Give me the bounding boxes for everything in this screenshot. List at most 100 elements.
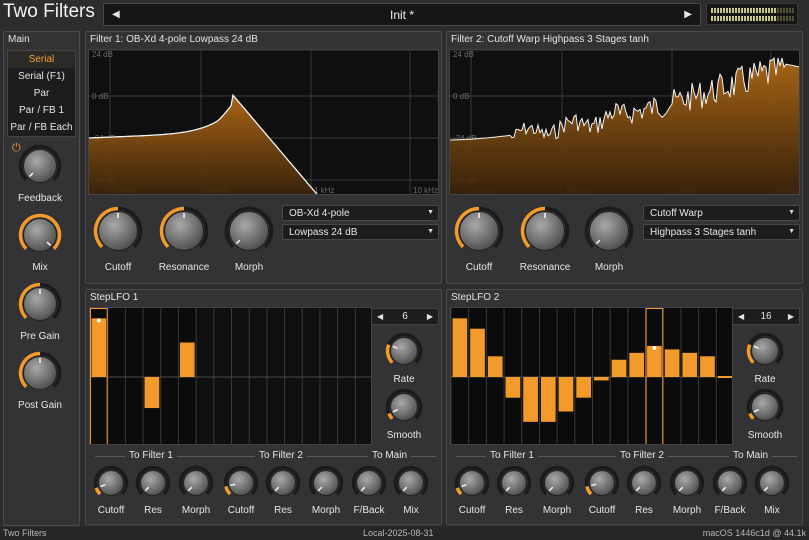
lfo1-section-filter2: To Filter 2 [255,450,307,461]
meter-segment [723,8,725,13]
lfo2-mod-4-res-knob[interactable] [626,465,662,501]
lfo2-step-bar[interactable] [505,377,521,398]
meter-segment [711,16,713,21]
filter1-morph-knob[interactable] [224,206,274,256]
filter1-type-dropdown[interactable]: OB-Xd 4-pole ▼ [282,205,439,221]
lfo2-step-bar[interactable] [452,318,468,377]
lfo2-step-bar[interactable] [682,352,698,377]
meter-segment [726,16,728,21]
lfo2-rate-knob[interactable] [746,332,784,370]
filter1-subtype-dropdown[interactable]: Lowpass 24 dB ▼ [282,224,439,240]
mode-par-fb1[interactable]: Par / FB 1 [8,102,75,119]
meter-segment [714,8,716,13]
lfo1-rate-knob[interactable] [385,332,423,370]
filter2-subtype-value: Highpass 3 Stages tanh [650,227,757,238]
preset-name[interactable]: Init * [104,8,700,22]
main-feedback-knob[interactable] [18,144,62,188]
mode-serial[interactable]: Serial [8,51,75,68]
lfo2-steps-stepper[interactable]: ◀ 16 ▶ [732,308,800,325]
meter-segment [714,16,716,21]
lfo1-playhead-dot [96,318,101,323]
filter1-resonance-knob[interactable] [159,206,209,256]
lfo2-step-bar[interactable] [647,345,662,377]
meter-segment [762,8,764,13]
meter-segment [768,8,770,13]
lfo2-step-bar[interactable] [576,377,591,398]
meter-segment [774,8,776,13]
meter-segment [738,8,740,13]
lfo1-section-main: To Main [368,450,412,461]
main-title: Main [8,34,30,45]
main-pre-gain-knob[interactable] [18,282,62,326]
filter2-resonance-knob[interactable] [520,206,570,256]
filter1-cutoff-knob[interactable] [93,206,143,256]
meter-segment [729,8,731,13]
lfo2-step-bar[interactable] [470,328,485,377]
lfo1-title: StepLFO 1 [90,292,139,303]
increment-icon[interactable]: ▶ [427,312,433,321]
preset-selector[interactable]: ◀ Init * ▶ [103,3,701,26]
f2-y-tick: 0 dB [453,92,469,101]
routing-mode-list[interactable]: Serial Serial (F1) Par Par / FB 1 Par / … [7,50,76,137]
filter2-subtype-dropdown[interactable]: Highpass 3 Stages tanh ▼ [643,224,800,240]
filter1-morph-knob-label: Morph [234,262,264,273]
lfo2-mod-6-fback-knob[interactable] [712,465,748,501]
lfo1-mod-7-mix-knob[interactable] [393,465,429,501]
chevron-down-icon: ▼ [427,209,434,216]
lfo1-mod-6-fback-knob[interactable] [351,465,387,501]
lfo1-steps-stepper[interactable]: ◀ 6 ▶ [371,308,439,325]
lfo2-step-bar[interactable] [540,377,556,422]
lfo1-mod-4-res-knob[interactable] [265,465,301,501]
meter-segment [735,8,737,13]
lfo2-step-bar[interactable] [664,349,680,377]
filter2-cutoff-knob[interactable] [454,206,504,256]
increment-icon[interactable]: ▶ [788,312,794,321]
lfo2-step-bar[interactable] [487,356,503,377]
lfo2-step-bar[interactable] [594,377,609,381]
lfo2-mod-5-morph-knob[interactable] [669,465,705,501]
lfo2-step-editor[interactable] [450,307,733,445]
mode-par-fb-each[interactable]: Par / FB Each [8,119,75,136]
lfo2-mod-2-morph-knob[interactable] [539,465,575,501]
lfo1-mod-5-morph-knob[interactable] [308,465,344,501]
lfo1-step-bar[interactable] [91,318,107,377]
filter2-type-dropdown[interactable]: Cutoff Warp ▼ [643,205,800,221]
lfo2-step-bar[interactable] [629,352,645,377]
meter-segment [756,16,758,21]
next-preset-icon[interactable]: ▶ [684,9,692,20]
filter2-morph-knob[interactable] [584,206,634,256]
main-mix-knob[interactable] [18,213,62,257]
chevron-down-icon: ▼ [788,209,795,216]
lfo1-mod-3-cutoff-knob[interactable] [223,465,259,501]
f1-y-tick: 0 dB [92,92,108,101]
footer-app-name: Two Filters [3,528,47,538]
lfo1-mod-2-morph-knob[interactable] [178,465,214,501]
lfo2-step-bar[interactable] [611,359,627,377]
lfo1-mod-0-cutoff-knob[interactable] [93,465,129,501]
lfo1-step-bar[interactable] [144,377,160,409]
lfo2-step-bar[interactable] [700,356,715,377]
meter-segment [783,16,785,21]
lfo1-step-editor[interactable] [89,307,372,445]
meter-segment [750,8,752,13]
meter-segment [747,16,749,21]
meter-segment [735,16,737,21]
lfo1-mod-1-res-knob[interactable] [135,465,171,501]
lfo2-smooth-knob[interactable] [746,388,784,426]
filter1-response-graph: 24 dB0 dB-24 dB-48 dB10 Hz100 Hz1 kHz10 … [88,49,439,195]
lfo2-mod-3-cutoff-knob[interactable] [584,465,620,501]
lfo1-step-bar[interactable] [179,342,195,378]
mode-par[interactable]: Par [8,85,75,102]
lfo2-step-bar[interactable] [558,377,574,412]
lfo1-section-filter1: To Filter 1 [125,450,177,461]
mode-serial-f1[interactable]: Serial (F1) [8,68,75,85]
lfo2-step-bar[interactable] [523,377,538,422]
lfo1-targets-header: To Filter 1 To Filter 2 To Main [95,450,436,462]
meter-segment [777,16,779,21]
lfo1-smooth-knob[interactable] [385,388,423,426]
main-post-gain-knob[interactable] [18,351,62,395]
lfo2-mod-1-res-knob[interactable] [496,465,532,501]
meter-segment [720,16,722,21]
lfo2-mod-7-mix-knob[interactable] [754,465,790,501]
lfo2-mod-0-cutoff-knob[interactable] [454,465,490,501]
